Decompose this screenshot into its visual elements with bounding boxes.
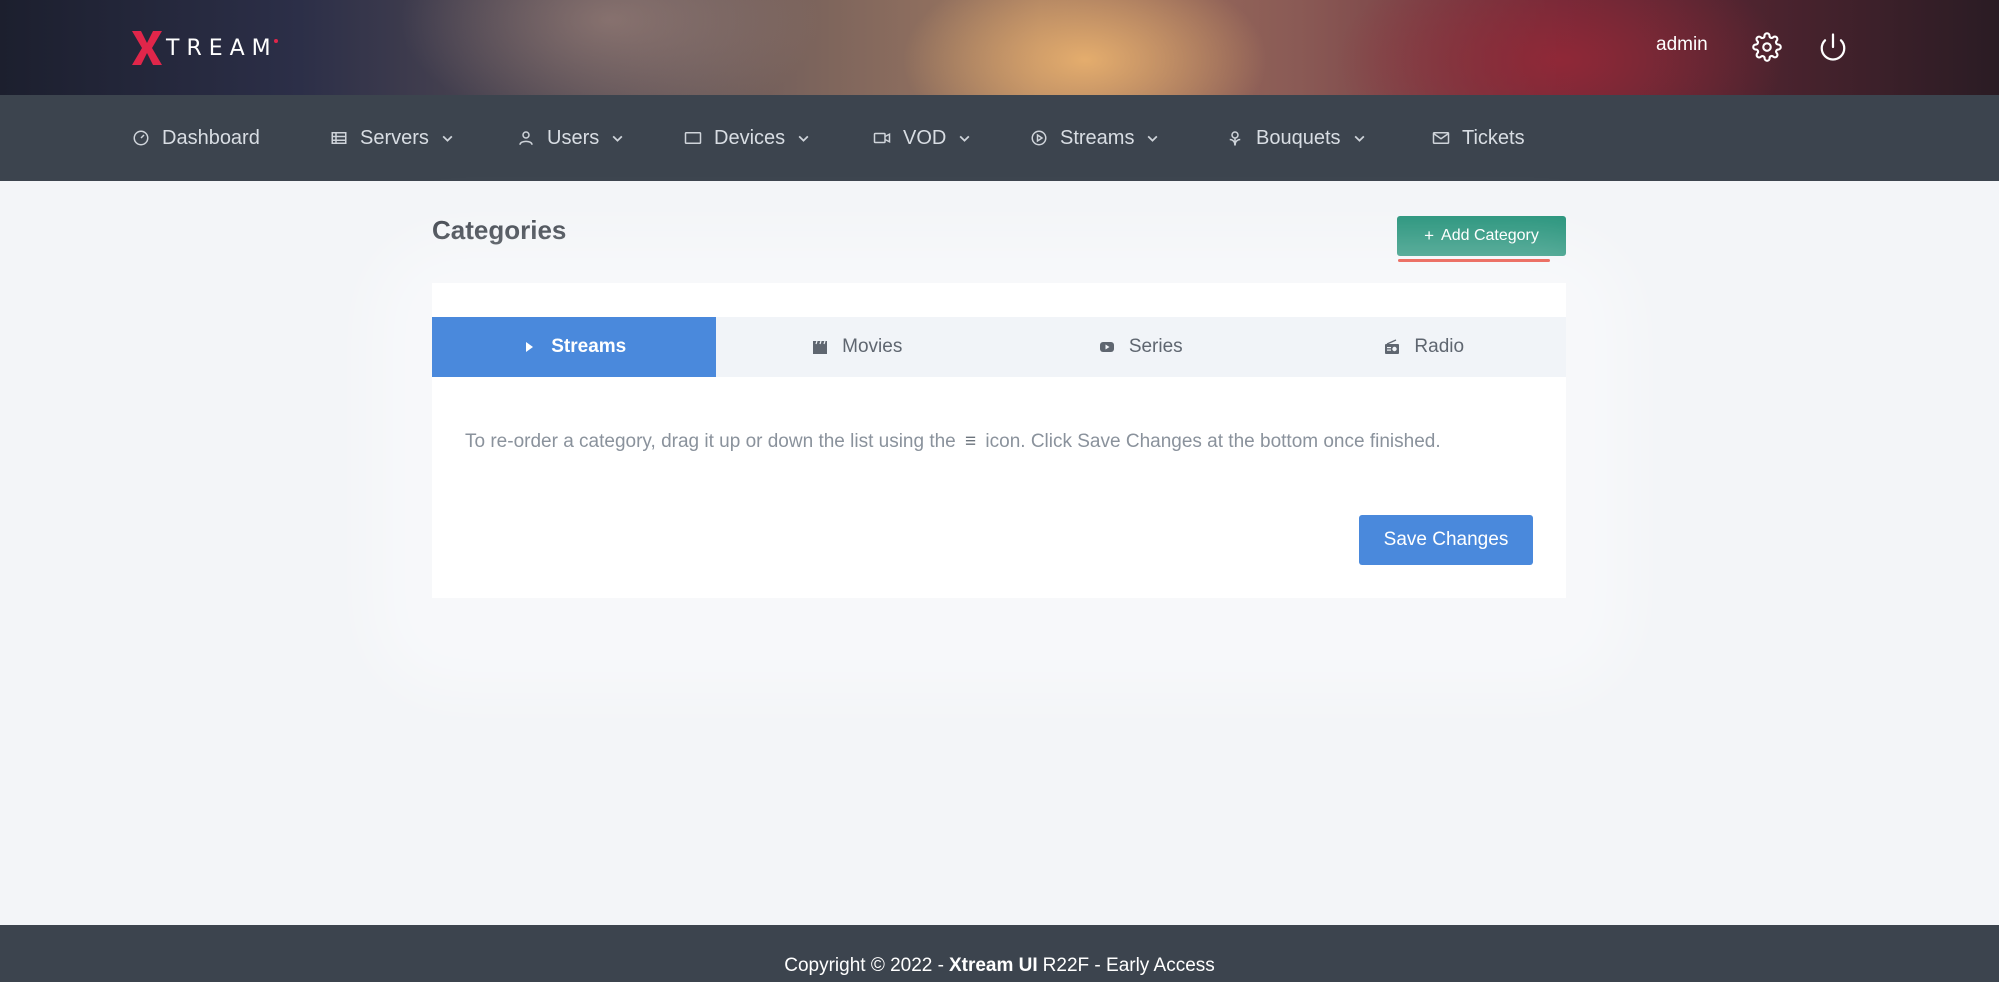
user-icon xyxy=(519,131,533,145)
logo-x-mark xyxy=(132,31,162,65)
nav-label: Dashboard xyxy=(162,126,260,149)
tab-movies[interactable]: Movies xyxy=(716,317,1000,377)
logo-text: TREAM xyxy=(166,35,278,61)
chevron-down-icon xyxy=(1354,135,1364,142)
envelope-icon xyxy=(1432,132,1450,144)
nav-item-bouquets[interactable]: Bouquets xyxy=(1226,95,1366,181)
device-icon xyxy=(684,132,702,144)
nav-label: Tickets xyxy=(1462,126,1525,149)
tab-label: Series xyxy=(1128,336,1183,357)
nav-item-tickets[interactable]: Tickets xyxy=(1432,95,1525,181)
hint-text-after: icon. Click Save Changes at the bottom o… xyxy=(985,431,1441,452)
nav-item-users[interactable]: Users xyxy=(517,95,624,181)
nav-item-dashboard[interactable]: Dashboard xyxy=(132,95,260,181)
radio-icon xyxy=(1385,339,1400,354)
dashboard-icon xyxy=(133,130,149,146)
chevron-down-icon xyxy=(798,135,809,142)
nav-item-devices[interactable]: Devices xyxy=(684,95,810,181)
main-nav: Dashboard Servers Users Devices VOD Stre… xyxy=(0,95,1999,181)
hint-text-before: To re-order a category, drag it up or do… xyxy=(465,431,956,452)
username[interactable]: admin xyxy=(1656,34,1708,56)
video-camera-icon xyxy=(873,132,891,144)
tab-radio[interactable]: Radio xyxy=(1283,317,1567,377)
logo-dot xyxy=(273,39,278,43)
footer-brand: Xtream UI xyxy=(948,955,1038,976)
nav-label: VOD xyxy=(903,126,947,149)
xtream-logo[interactable]: TREAM xyxy=(130,28,278,68)
play-circle-icon xyxy=(1031,130,1047,146)
chevron-down-icon xyxy=(442,135,453,142)
youtube-icon xyxy=(1099,342,1114,352)
chevron-down-icon xyxy=(1148,135,1158,142)
footer: Copyright © 2022 - Xtream UI R22F - Earl… xyxy=(0,925,1999,982)
nav-item-vod[interactable]: VOD xyxy=(873,95,971,181)
nav-label: Users xyxy=(547,126,600,149)
footer-version: R22F - Early Access xyxy=(1042,955,1215,976)
tab-label: Streams xyxy=(551,336,627,357)
tab-series[interactable]: Series xyxy=(999,317,1283,377)
nav-label: Servers xyxy=(360,126,429,149)
play-icon xyxy=(526,342,534,352)
nav-label: Devices xyxy=(714,126,786,149)
clapperboard-icon xyxy=(813,340,828,354)
categories-card: Streams Movies Series Radio To re-order … xyxy=(432,283,1566,598)
category-tabs: Streams Movies Series Radio xyxy=(432,317,1566,377)
power-icon[interactable] xyxy=(1818,32,1848,62)
drag-handle-icon: ≡ xyxy=(965,431,977,452)
nav-label: Streams xyxy=(1060,126,1135,149)
nav-label: Bouquets xyxy=(1256,126,1341,149)
tab-label: Movies xyxy=(842,336,903,357)
footer-copyright: Copyright © 2022 - xyxy=(784,955,944,976)
chevron-down-icon xyxy=(959,135,970,142)
chevron-down-icon xyxy=(612,135,623,142)
top-header: TREAM admin xyxy=(0,0,1999,95)
servers-icon xyxy=(331,132,347,144)
tab-label: Radio xyxy=(1414,336,1465,357)
reorder-hint: To re-order a category, drag it up or do… xyxy=(465,431,1441,453)
flower-icon xyxy=(1229,131,1241,146)
tab-streams[interactable]: Streams xyxy=(432,317,716,377)
nav-item-servers[interactable]: Servers xyxy=(330,95,454,181)
save-changes-button[interactable]: Save Changes xyxy=(1359,515,1533,565)
nav-item-streams[interactable]: Streams xyxy=(1030,95,1159,181)
gear-icon[interactable] xyxy=(1752,32,1782,62)
